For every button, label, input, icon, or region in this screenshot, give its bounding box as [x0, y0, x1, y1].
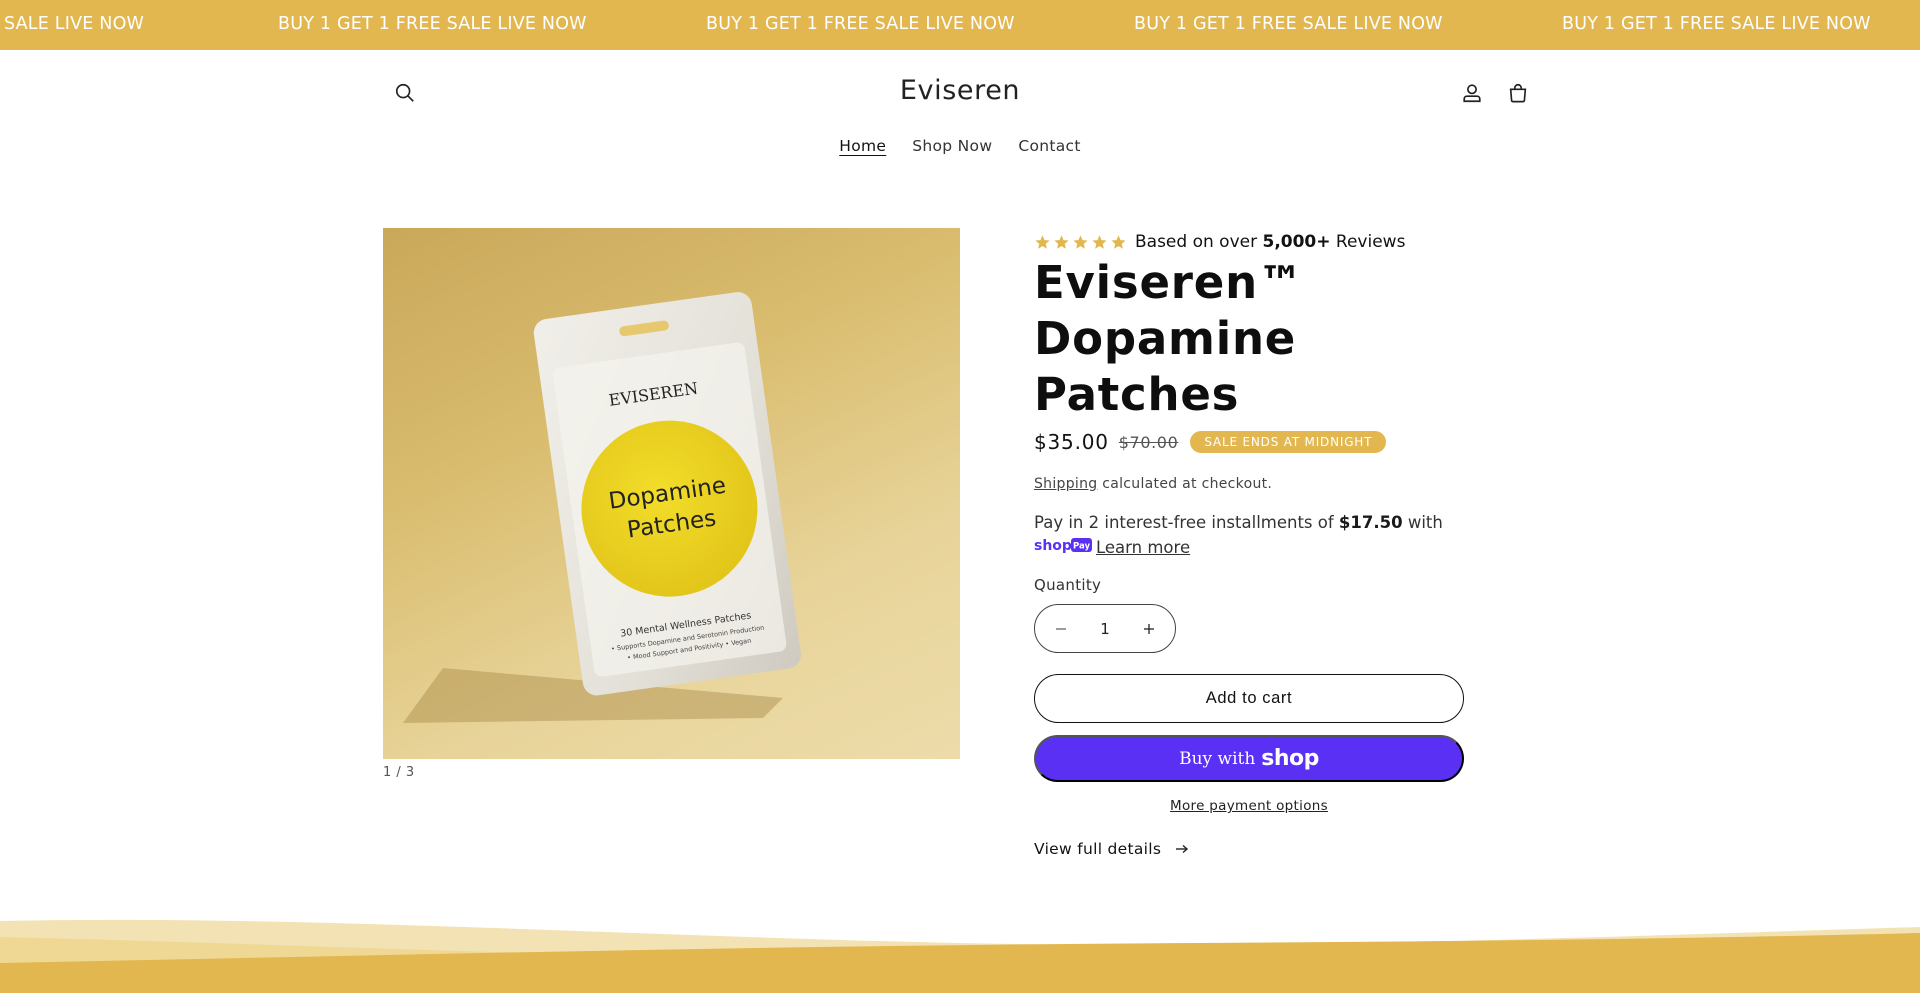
search-button[interactable]	[383, 71, 427, 115]
sale-price: $35.00	[1034, 430, 1109, 454]
product-title: Eviseren™ Dopamine Patches	[1034, 255, 1464, 423]
star-icon	[1111, 234, 1126, 249]
more-payment-options-link[interactable]: More payment options	[1034, 798, 1464, 814]
star-icon	[1073, 234, 1088, 249]
price-row: $35.00 $70.00 SALE ENDS AT MIDNIGHT	[1034, 430, 1387, 454]
rating-suffix: Reviews	[1330, 232, 1406, 252]
media-counter: 1 / 3	[383, 765, 415, 780]
quantity-label: Quantity	[1034, 576, 1102, 594]
announcement-bar: SALE LIVE NOW BUY 1 GET 1 FREE SALE LIVE…	[0, 0, 1920, 50]
product-photo: EVISEREN Dopamine Patches 30 Mental Well…	[403, 292, 801, 723]
announcement-item: SALE LIVE NOW	[4, 14, 145, 34]
rating-summary[interactable]: Based on over 5,000+ Reviews	[1034, 230, 1405, 254]
increase-quantity-button[interactable]	[1137, 617, 1161, 641]
search-icon	[395, 83, 414, 102]
shipping-note: Shipping calculated at checkout.	[1034, 476, 1272, 492]
view-full-details-link[interactable]: View full details	[1034, 840, 1189, 858]
buy-with-label: Buy with	[1179, 748, 1256, 769]
sale-badge: SALE ENDS AT MIDNIGHT	[1190, 431, 1387, 453]
learn-more-link[interactable]: Learn more	[1096, 538, 1190, 557]
brand-logo[interactable]: Eviseren	[760, 75, 1160, 106]
star-icon	[1092, 234, 1107, 249]
shop-logo: shop	[1261, 746, 1319, 771]
account-icon	[1463, 84, 1481, 103]
announcement-marquee: SALE LIVE NOW BUY 1 GET 1 FREE SALE LIVE…	[0, 0, 1920, 50]
shipping-link[interactable]: Shipping	[1034, 476, 1097, 492]
rating-text: Based on over 5,000+ Reviews	[1135, 232, 1405, 252]
decrease-quantity-button[interactable]	[1049, 617, 1073, 641]
buy-with-shop-button[interactable]: Buy with shop	[1034, 735, 1464, 782]
installments-amount: $17.50	[1338, 513, 1403, 532]
decorative-wave	[0, 919, 1920, 993]
nav-item-home[interactable]: Home	[839, 137, 886, 155]
announcement-item: BUY 1 GET 1 FREE SALE LIVE NOW	[706, 14, 1015, 34]
svg-text:Pay: Pay	[1073, 542, 1090, 552]
compare-price: $70.00	[1118, 432, 1179, 452]
announcement-item: BUY 1 GET 1 FREE SALE LIVE NOW	[1562, 14, 1871, 34]
cart-icon	[1509, 84, 1527, 103]
installments-banner: Pay in 2 interest-free installments of $…	[1034, 510, 1454, 561]
nav-item-shop-now[interactable]: Shop Now	[912, 137, 992, 155]
quantity-stepper	[1034, 604, 1176, 653]
cart-button[interactable]	[1496, 71, 1540, 115]
installments-suffix: with	[1402, 513, 1443, 532]
product-title-line: Eviseren™	[1034, 256, 1304, 309]
product-title-line: Patches	[1034, 368, 1240, 421]
product-image[interactable]: EVISEREN Dopamine Patches 30 Mental Well…	[383, 228, 960, 759]
installments-prefix: Pay in 2 interest-free installments of	[1034, 513, 1339, 532]
star-icon	[1054, 234, 1069, 249]
announcement-item: BUY 1 GET 1 FREE SALE LIVE NOW	[1134, 14, 1443, 34]
shipping-text: calculated at checkout.	[1097, 476, 1273, 492]
nav-item-contact[interactable]: Contact	[1018, 137, 1080, 155]
rating-count: 5,000+	[1262, 232, 1331, 252]
plus-icon	[1144, 623, 1154, 634]
product-title-line: Dopamine	[1034, 312, 1297, 365]
minus-icon	[1056, 627, 1066, 630]
site-header	[0, 50, 1920, 190]
rating-prefix: Based on over	[1135, 232, 1263, 252]
svg-text:shop: shop	[1034, 538, 1072, 554]
main-nav: Home Shop Now Contact	[0, 137, 1920, 155]
shop-pay-logo: shop Pay	[1034, 536, 1092, 561]
quantity-input[interactable]	[1085, 619, 1125, 638]
account-button[interactable]	[1450, 71, 1494, 115]
arrow-right-icon	[1176, 844, 1189, 854]
add-to-cart-button[interactable]: Add to cart	[1034, 674, 1464, 723]
star-icon	[1035, 234, 1050, 249]
announcement-item: BUY 1 GET 1 FREE SALE LIVE NOW	[278, 14, 587, 34]
view-full-details-label: View full details	[1034, 840, 1162, 858]
